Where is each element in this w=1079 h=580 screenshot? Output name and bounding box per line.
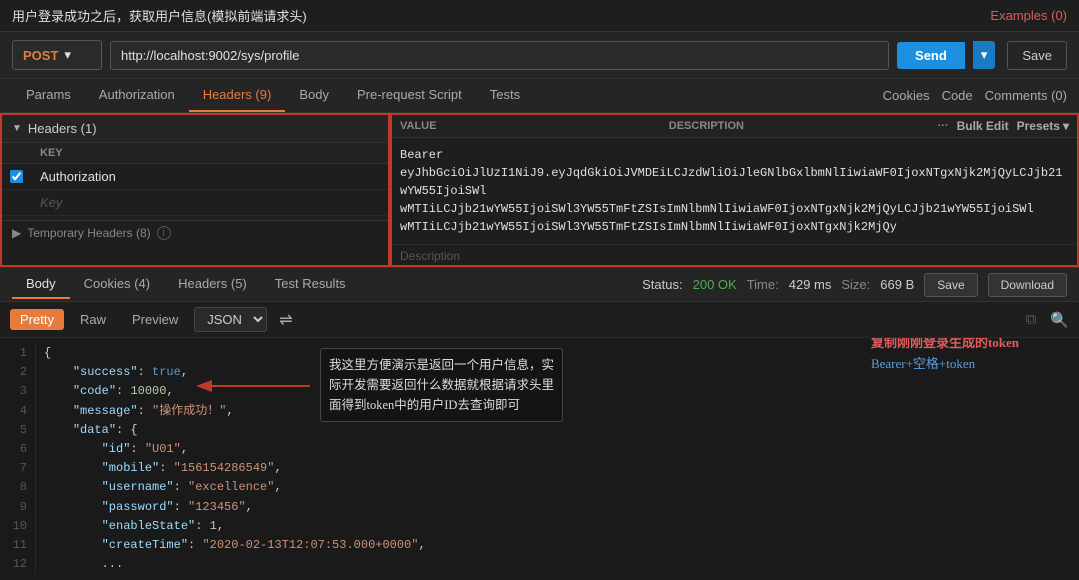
table-row-empty: Key xyxy=(2,190,388,216)
send-button[interactable]: Send xyxy=(897,42,965,69)
temp-headers-label: Temporary Headers (8) xyxy=(27,226,150,240)
format-bar: Pretty Raw Preview JSON XML Text ⇌ ⧉ 🔍 xyxy=(0,302,1079,338)
line-numbers: 12345 678910 1112 xyxy=(0,344,36,574)
table-row: Authorization xyxy=(2,164,388,190)
key-column-header: KEY xyxy=(40,147,380,159)
search-icon[interactable]: 🔍 xyxy=(1050,311,1069,329)
preview-button[interactable]: Preview xyxy=(122,309,188,330)
copy-icon[interactable]: ⧉ xyxy=(1026,311,1037,328)
description-row: Description xyxy=(392,244,1077,267)
rtab-headers[interactable]: Headers (5) xyxy=(164,270,261,299)
download-button[interactable]: Download xyxy=(988,273,1067,297)
headers-panel-title: ▼ Headers (1) xyxy=(2,115,388,143)
raw-button[interactable]: Raw xyxy=(70,309,116,330)
method-dropdown-icon: ▾ xyxy=(64,47,71,63)
save-response-button[interactable]: Save xyxy=(924,273,977,297)
bulk-edit-button[interactable]: Bulk Edit xyxy=(957,119,1009,133)
key-placeholder[interactable]: Key xyxy=(40,195,380,210)
tab-tests[interactable]: Tests xyxy=(476,79,534,112)
more-icon[interactable]: ··· xyxy=(938,120,949,132)
headers-table-header: KEY xyxy=(2,143,388,164)
response-tabs-row: Body Cookies (4) Headers (5) Test Result… xyxy=(0,268,1079,302)
value-panel-header: VALUE DESCRIPTION ··· Bulk Edit Presets … xyxy=(392,115,1077,138)
temp-headers-row: ▶ Temporary Headers (8) i xyxy=(2,220,388,245)
headers-value-area: ▼ Headers (1) KEY Authorization Key ▶ Te… xyxy=(0,113,1079,268)
description-placeholder[interactable]: Description xyxy=(400,249,460,263)
row-checkbox[interactable] xyxy=(10,170,23,183)
tab-body[interactable]: Body xyxy=(285,79,343,112)
tab-prerequest[interactable]: Pre-request Script xyxy=(343,79,476,112)
format-select[interactable]: JSON XML Text xyxy=(194,307,267,332)
code-text: { "success": true, "code": 10000, "messa… xyxy=(44,344,1079,574)
code-area: 12345 678910 1112 { "success": true, "co… xyxy=(0,338,1079,580)
tab-params[interactable]: Params xyxy=(12,79,85,112)
collapse-icon[interactable]: ▼ xyxy=(12,123,22,134)
row-checkbox-cell[interactable] xyxy=(10,170,40,183)
code-link[interactable]: Code xyxy=(942,88,973,103)
wrap-button[interactable]: ⇌ xyxy=(273,308,298,332)
top-bar: 用户登录成功之后，获取用户信息(模拟前端请求头) Examples (0) xyxy=(0,0,1079,32)
response-tabs: Body Cookies (4) Headers (5) Test Result… xyxy=(12,270,360,299)
save-button[interactable]: Save xyxy=(1007,41,1067,70)
description-column-header: DESCRIPTION xyxy=(669,120,938,132)
value-panel: VALUE DESCRIPTION ··· Bulk Edit Presets … xyxy=(390,113,1079,267)
response-meta: Status: 200 OK Time: 429 ms Size: 669 B … xyxy=(642,273,1067,297)
presets-icon: ▾ xyxy=(1063,119,1069,133)
size-label: Size: xyxy=(841,277,870,292)
temp-collapse-icon[interactable]: ▶ xyxy=(12,226,21,240)
page-title: 用户登录成功之后，获取用户信息(模拟前端请求头) xyxy=(12,6,307,25)
tab-authorization[interactable]: Authorization xyxy=(85,79,189,112)
time-value: 429 ms xyxy=(789,277,832,292)
value-column-header: VALUE xyxy=(400,120,669,132)
row-key: Authorization xyxy=(40,169,380,184)
tab-headers[interactable]: Headers (9) xyxy=(189,79,286,112)
headers-panel: ▼ Headers (1) KEY Authorization Key ▶ Te… xyxy=(0,113,390,267)
status-label: Status: xyxy=(642,277,682,292)
cookies-link[interactable]: Cookies xyxy=(883,88,930,103)
code-lines: 12345 678910 1112 { "success": true, "co… xyxy=(0,344,1079,574)
request-tabs-row: Params Authorization Headers (9) Body Pr… xyxy=(0,79,1079,113)
rtab-test-results[interactable]: Test Results xyxy=(261,270,360,299)
pretty-button[interactable]: Pretty xyxy=(10,309,64,330)
token-value[interactable]: BearereyJhbGciOiJlUzI1NiJ9.eyJqdGkiOiJVM… xyxy=(392,138,1077,244)
rtab-body[interactable]: Body xyxy=(12,270,70,299)
headers-table: KEY Authorization Key xyxy=(2,143,388,216)
examples-link[interactable]: Examples (0) xyxy=(990,8,1067,23)
status-value: 200 OK xyxy=(693,277,737,292)
presets-label: Presets xyxy=(1017,119,1060,133)
time-label: Time: xyxy=(747,277,779,292)
bulk-edit-btns: ··· Bulk Edit Presets ▾ xyxy=(938,119,1069,133)
headers-panel-label: Headers (1) xyxy=(28,121,97,136)
request-tabs: Params Authorization Headers (9) Body Pr… xyxy=(12,79,534,112)
send-dropdown-button[interactable]: ▾ xyxy=(973,41,996,69)
size-value: 669 B xyxy=(880,277,914,292)
presets-button[interactable]: Presets ▾ xyxy=(1017,119,1069,133)
temp-headers-info-icon[interactable]: i xyxy=(157,226,171,240)
request-tabs-right: Cookies Code Comments (0) xyxy=(883,88,1067,103)
url-bar: POST ▾ Send ▾ Save xyxy=(0,32,1079,79)
method-select[interactable]: POST ▾ xyxy=(12,40,102,70)
method-label: POST xyxy=(23,48,58,63)
comments-link[interactable]: Comments (0) xyxy=(985,88,1067,103)
response-body-wrapper: Pretty Raw Preview JSON XML Text ⇌ ⧉ 🔍 1… xyxy=(0,302,1079,580)
rtab-cookies[interactable]: Cookies (4) xyxy=(70,270,164,299)
url-input[interactable] xyxy=(110,41,889,70)
